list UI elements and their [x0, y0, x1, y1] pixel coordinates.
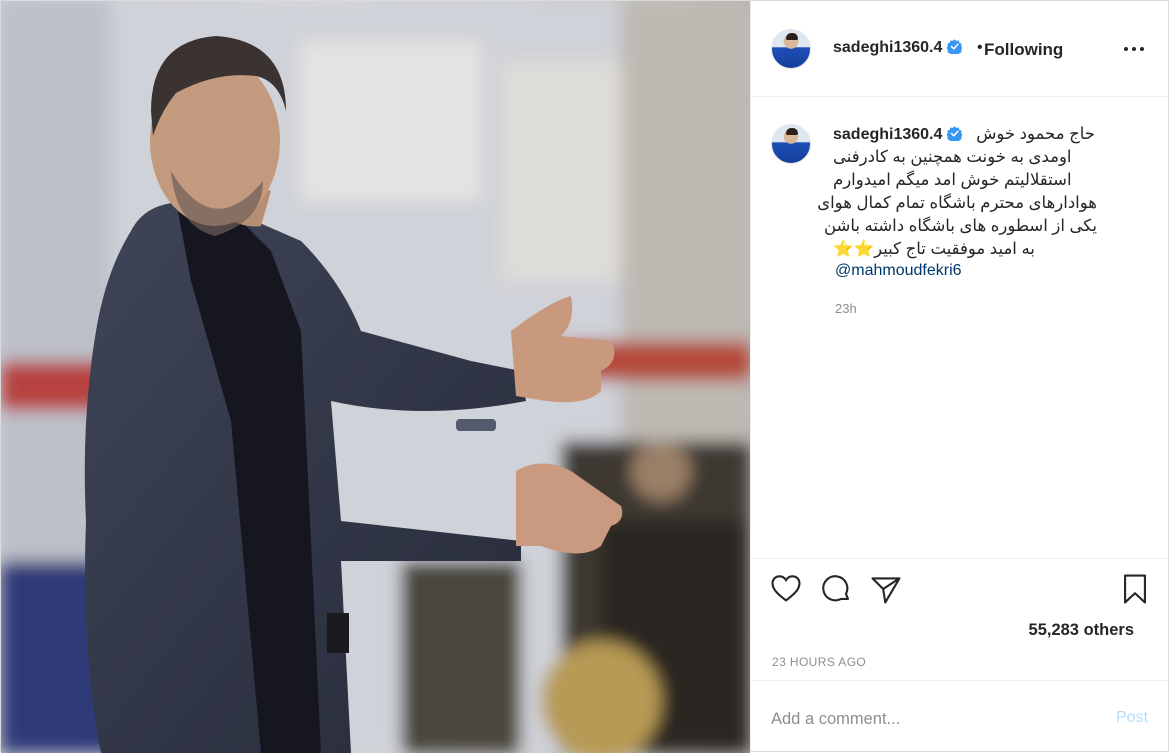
author-username[interactable]: sadeghi1360.4: [833, 39, 942, 56]
following-button[interactable]: Following: [984, 40, 1063, 60]
bookmark-icon[interactable]: [1118, 572, 1152, 606]
send-icon[interactable]: [869, 572, 903, 606]
photo-illustration: [1, 1, 750, 753]
post-actions: 55,283 others 23 HOURS AGO: [751, 558, 1169, 680]
likes-count[interactable]: 55,283 others: [1029, 621, 1134, 640]
more-options-icon[interactable]: [1121, 35, 1151, 61]
post-photo[interactable]: [1, 1, 750, 753]
comment-input[interactable]: [771, 707, 1091, 731]
post-side-panel: sadeghi1360.4 • Following sadeghi1360.4: [750, 1, 1169, 752]
author-username-link[interactable]: sadeghi1360.4: [833, 39, 962, 57]
verified-badge-icon: [946, 39, 962, 54]
caption-text: حاج محمود خوش اومدی به خونت همچنین به کا…: [817, 123, 1097, 261]
caption-line: اومدی به خونت همچنین به کادرفنی: [833, 148, 1072, 166]
caption-line: حاج محمود خوش: [976, 125, 1095, 143]
header-separator: •: [977, 39, 983, 56]
caption-line: استقلالیتم خوش امد میگم امیدوارم: [833, 171, 1072, 189]
post-header: sadeghi1360.4 • Following: [751, 1, 1169, 97]
mention-link[interactable]: @mahmoudfekri6: [835, 262, 962, 280]
caption-section: sadeghi1360.4 حاج محمود خوش اومدی به خون…: [751, 98, 1169, 558]
caption-timestamp[interactable]: 23h: [835, 301, 857, 316]
post-dialog: sadeghi1360.4 • Following sadeghi1360.4: [0, 0, 1169, 753]
author-avatar[interactable]: [771, 29, 811, 69]
comment-icon[interactable]: [819, 572, 853, 606]
heart-icon[interactable]: [769, 572, 803, 606]
post-timestamp[interactable]: 23 HOURS AGO: [772, 655, 866, 669]
comment-form: Post: [751, 680, 1169, 752]
caption-line: یکی از اسطوره های باشگاه داشته باشن: [823, 217, 1097, 235]
caption-line: هوادارهای محترم باشگاه تمام کمال هوای: [817, 194, 1097, 212]
caption-author-avatar[interactable]: [771, 124, 811, 164]
caption-line: به امید موفقیت تاج کبیر⭐⭐: [833, 240, 1035, 258]
post-comment-button[interactable]: Post: [1116, 709, 1148, 727]
